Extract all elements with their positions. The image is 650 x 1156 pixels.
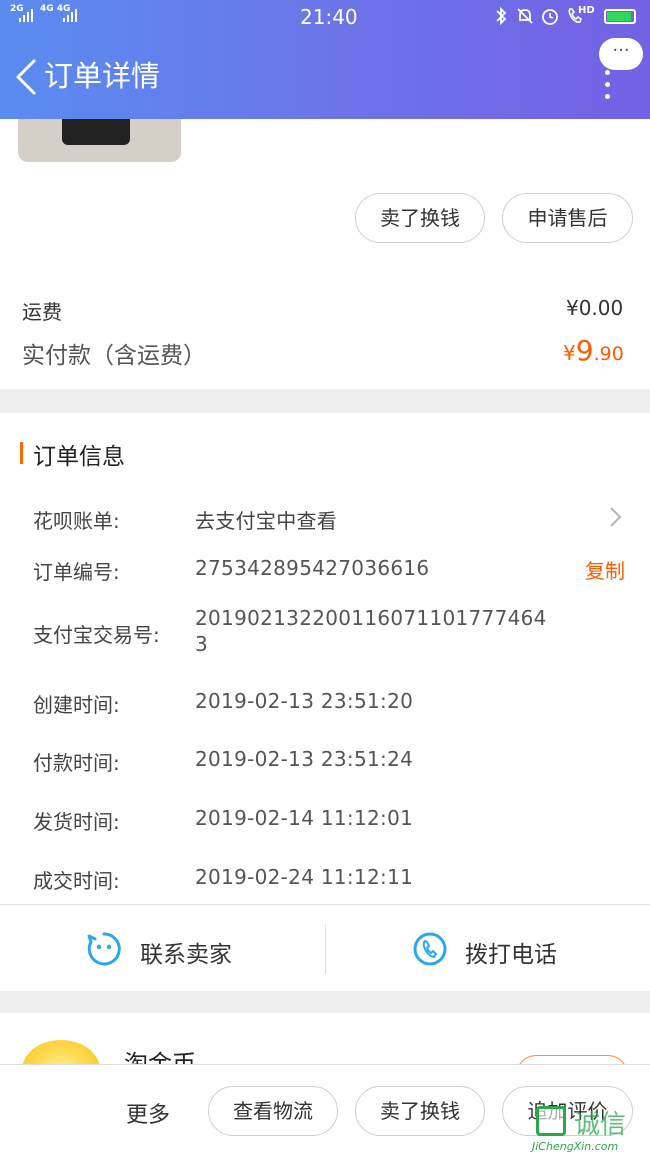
clock-time: 21:40 (300, 5, 358, 29)
paid-time-label: 付款时间: (33, 751, 120, 775)
mute-bell-icon (517, 8, 533, 24)
call-label: 拨打电话 (465, 942, 557, 968)
phone-icon (413, 932, 447, 966)
paid-amount-value: ¥9.90 (563, 334, 624, 367)
completed-time-label: 成交时间: (33, 869, 120, 893)
more-options-button[interactable]: ··· (599, 38, 643, 70)
site-watermark: 诚信 JiChengXin.com (530, 1104, 650, 1155)
back-arrow-icon[interactable] (12, 58, 46, 96)
alipay-trade-value-line2: 3 (195, 632, 209, 656)
paid-time-value: 2019-02-13 23:51:24 (195, 747, 414, 771)
signal-bars-icon (19, 9, 33, 22)
paid-amount-label: 实付款（含运费） (22, 343, 206, 369)
hd-label: HD (578, 5, 595, 16)
watermark-logo-icon (536, 1106, 566, 1136)
shipping-value: ¥0.00 (566, 296, 624, 320)
contact-seller-button[interactable]: 联系卖家 (0, 905, 325, 991)
paid-decimal: .90 (593, 343, 624, 365)
page-title: 订单详情 (44, 59, 161, 93)
chevron-right-icon[interactable] (608, 505, 624, 529)
shipping-label: 运费 (22, 300, 62, 324)
chat-face-icon (87, 932, 121, 966)
sell-for-cash-bottom-button[interactable]: 卖了换钱 (355, 1086, 485, 1136)
signal-bars-icon (63, 9, 77, 22)
huabei-bill-label: 花呗账单: (33, 509, 120, 533)
created-time-label: 创建时间: (33, 693, 120, 717)
watermark-cn-text: 诚信 (574, 1110, 627, 1140)
overflow-menu-icon[interactable] (603, 70, 611, 99)
battery-icon (604, 9, 636, 24)
status-bar: 2G 4G 4G 21:40 HD (0, 0, 650, 34)
contact-seller-label: 联系卖家 (140, 942, 232, 968)
dress-image (62, 119, 130, 145)
order-info-title: 订单信息 (33, 444, 125, 470)
product-thumbnail[interactable] (18, 119, 181, 162)
sell-for-cash-button[interactable]: 卖了换钱 (355, 193, 485, 243)
paid-integer: 9 (575, 334, 594, 367)
shipped-time-label: 发货时间: (33, 810, 120, 834)
alipay-trade-label: 支付宝交易号: (33, 623, 160, 647)
section-separator (0, 991, 650, 1013)
order-number-value: 275342895427036616 (195, 556, 430, 580)
section-accent-bar (20, 442, 23, 464)
section-separator (0, 389, 650, 413)
watermark-brand-text: JiChengXin.com (532, 1140, 619, 1153)
alarm-clock-icon (542, 9, 558, 25)
more-actions-button[interactable]: 更多 (126, 1097, 170, 1129)
huabei-bill-link[interactable]: 去支付宝中查看 (195, 505, 337, 534)
call-button[interactable]: 拨打电话 (326, 905, 650, 991)
paid-currency: ¥ (563, 341, 576, 365)
after-sale-button[interactable]: 申请售后 (502, 193, 633, 243)
coin-title: 淘金币 (124, 1050, 196, 1066)
alipay-trade-value-line1: 20190213220011607110177746​4 (195, 606, 547, 630)
view-logistics-button[interactable]: 查看物流 (208, 1086, 338, 1136)
bluetooth-icon (496, 6, 507, 26)
created-time-value: 2019-02-13 23:51:20 (195, 689, 414, 713)
shipped-time-value: 2019-02-14 11:12:01 (195, 806, 414, 830)
order-number-label: 订单编号: (33, 560, 120, 584)
completed-time-value: 2019-02-24 11:12:11 (195, 865, 414, 889)
copy-button[interactable]: 复制 (585, 555, 625, 584)
